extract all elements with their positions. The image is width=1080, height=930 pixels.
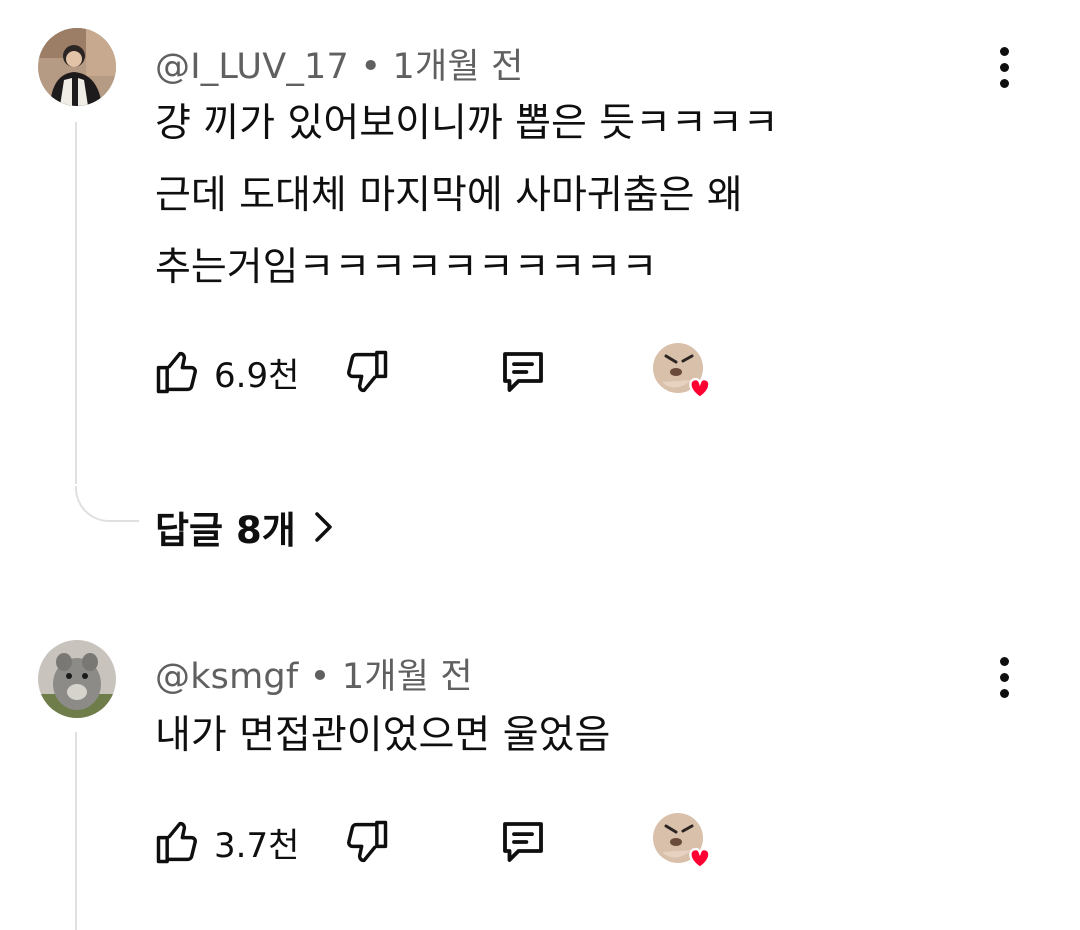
meta-separator: • (309, 657, 342, 697)
thumbs-down-icon (347, 350, 388, 393)
creator-avatar-heart-icon (653, 343, 711, 400)
avatar-i-luv-17[interactable] (38, 28, 116, 106)
more-vertical-icon[interactable] (986, 652, 1022, 702)
thread-line (75, 122, 77, 484)
reply-button[interactable] (496, 342, 550, 402)
chevron-right-icon (315, 512, 332, 542)
meta-separator: • (360, 47, 393, 87)
like-count: 3.7천 (214, 825, 300, 866)
reply-button[interactable] (496, 812, 550, 872)
author-handle[interactable]: @I_LUV_17 (155, 47, 349, 87)
comment-actions: 3.7천 (152, 812, 852, 872)
comment-actions: 6.9천 (152, 342, 852, 402)
comment-text: 걍 끼가 있어보이니까 뽑은 듯ㅋㅋㅋㅋ 근데 도대체 마지막에 사마귀춤은 왜… (155, 101, 779, 290)
comment-meta: @I_LUV_17 • 1개월 전 (155, 38, 523, 89)
comment-meta: @ksmgf • 1개월 전 (155, 648, 473, 699)
avatar-ksmgf[interactable] (38, 640, 116, 718)
dislike-button[interactable] (340, 342, 392, 402)
thread-curve (75, 486, 139, 522)
comment-icon (503, 822, 543, 862)
thread-line (75, 732, 77, 930)
avatar-image (38, 640, 116, 718)
like-button[interactable]: 3.7천 (152, 812, 299, 872)
creator-heart-badge (652, 812, 722, 872)
comment-time: 1개월 전 (392, 47, 524, 87)
dislike-button[interactable] (340, 812, 392, 872)
creator-avatar-heart-icon (653, 813, 711, 870)
creator-heart-badge (652, 342, 722, 402)
like-button[interactable]: 6.9천 (152, 342, 299, 402)
avatar-image (38, 28, 116, 106)
comment-icon (503, 352, 543, 392)
more-vertical-icon[interactable] (986, 42, 1022, 92)
thumbs-up-icon (156, 351, 197, 394)
view-replies-button[interactable]: 답글 8개 (155, 500, 334, 554)
like-count: 6.9천 (214, 355, 300, 396)
thumbs-down-icon (347, 820, 388, 863)
comment-text: 내가 면접관이었으면 울었음 (155, 713, 611, 758)
comment-time: 1개월 전 (341, 657, 473, 697)
replies-label: 답글 8개 (155, 509, 296, 552)
author-handle[interactable]: @ksmgf (155, 657, 298, 697)
thumbs-up-icon (156, 821, 197, 864)
